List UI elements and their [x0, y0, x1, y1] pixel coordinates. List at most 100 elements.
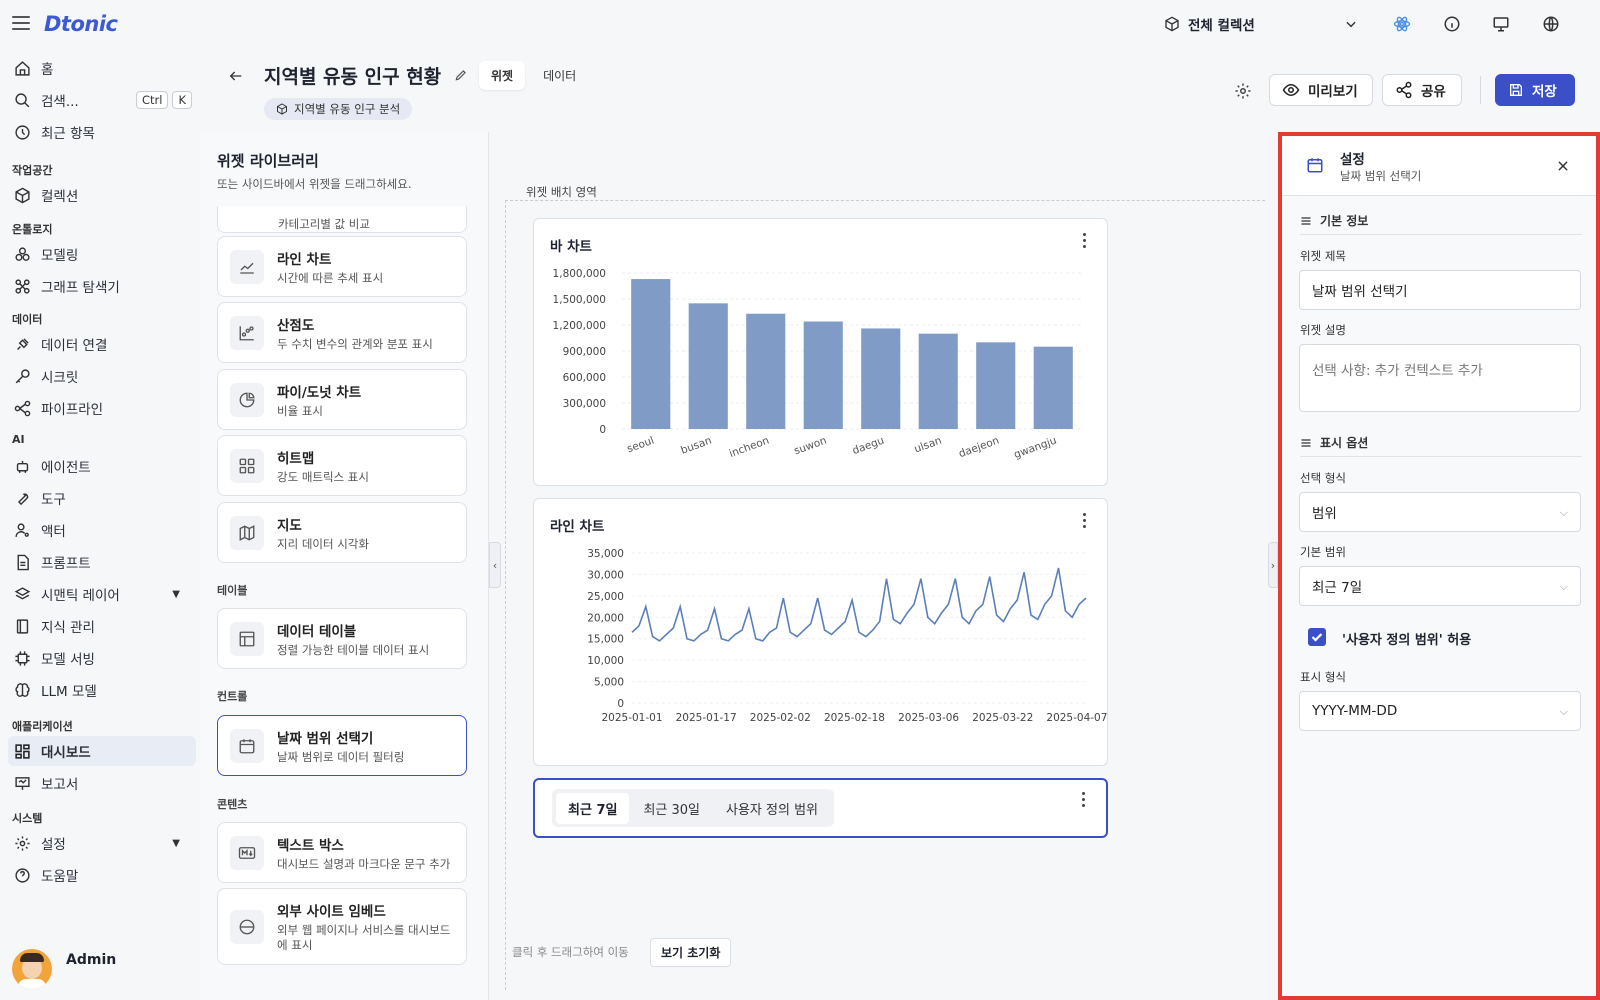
- chevron-down-icon[interactable]: [1344, 17, 1358, 31]
- widget-card-map[interactable]: 지도 지리 데이터 시각화: [217, 502, 467, 563]
- sidebar-item-dashboard[interactable]: 대시보드: [8, 736, 196, 766]
- tag-badge[interactable]: 지역별 유동 인구 분석: [264, 98, 413, 120]
- widget-card-name: 텍스트 박스: [277, 837, 344, 854]
- sidebar-item-modeling[interactable]: 모델링: [8, 239, 196, 269]
- selection-format-label: 선택 형식: [1300, 471, 1346, 485]
- sidebar-item-label: 시맨틱 레이어: [41, 588, 120, 604]
- sidebar-item-agent[interactable]: 에이전트: [8, 451, 196, 481]
- wrench-icon: [17, 492, 29, 505]
- sidebar-item-settings[interactable]: 설정 ▼: [8, 828, 196, 858]
- sidebar-item-serving[interactable]: 모델 서빙: [8, 643, 196, 673]
- sidebar-item-pipeline[interactable]: 파이프라인: [8, 393, 196, 423]
- sidebar-item-search[interactable]: 검색... Ctrl K: [8, 85, 196, 115]
- widget-card-embed[interactable]: 외부 사이트 임베드 외부 웹 페이지나 서비스를 대시보드에 표시: [217, 888, 467, 965]
- custom-range-label: '사용자 정의 범위' 허용: [1342, 633, 1472, 648]
- view-tabs: 위젯 데이터: [479, 61, 588, 90]
- sidebar-item-collection[interactable]: 컬렉션: [8, 180, 196, 210]
- section-basic-info: 기본 정보: [1300, 212, 1368, 229]
- sidebar-item-knowledge[interactable]: 지식 관리: [8, 611, 196, 641]
- cube-icon: [277, 103, 287, 115]
- x-tick-label: 2025-01-01: [601, 712, 662, 724]
- atom-icon[interactable]: [1393, 15, 1411, 33]
- key-icon: [15, 368, 30, 383]
- chevron-down-icon[interactable]: ▼: [172, 589, 180, 600]
- chevron-down-icon[interactable]: ▼: [172, 838, 180, 849]
- x-tick-label: daegu: [851, 435, 886, 458]
- widget-card-table[interactable]: 데이터 테이블 정렬 가능한 테이블 데이터 표시: [217, 608, 467, 669]
- widget-card-bar[interactable]: 카테고리별 값 비교: [217, 206, 467, 233]
- section-workspace: 작업공간: [12, 164, 53, 177]
- more-vertical-icon[interactable]: [1083, 513, 1087, 531]
- widget-card-pie[interactable]: 파이/도넛 차트 비율 표시: [217, 369, 467, 430]
- gear-icon[interactable]: [1234, 82, 1252, 100]
- widget-card-text[interactable]: 텍스트 박스 대시보드 설명과 마크다운 문구 추가: [217, 822, 467, 883]
- widget-card-heatmap[interactable]: 히트맵 강도 매트릭스 표시: [217, 435, 467, 496]
- user-gear-icon: [15, 522, 29, 537]
- sidebar-item-report[interactable]: 보고서: [8, 768, 196, 798]
- globe-icon[interactable]: [1542, 15, 1560, 33]
- display-format-label: 표시 형식: [1300, 670, 1346, 684]
- share-button[interactable]: 공유: [1382, 74, 1462, 106]
- sidebar-item-help[interactable]: 도움말: [8, 860, 196, 890]
- avatar[interactable]: [12, 949, 52, 989]
- sidebar-item-graph[interactable]: 그래프 탐색기: [8, 271, 196, 301]
- widget-card-desc: 강도 매트릭스 표시: [277, 469, 369, 484]
- widget-card-name: 지도: [277, 517, 302, 534]
- y-tick-label: 15,000: [587, 634, 624, 646]
- logo[interactable]: Dtonic: [44, 12, 118, 36]
- range-tab-custom[interactable]: 사용자 정의 범위: [714, 793, 830, 824]
- collapse-left-handle[interactable]: ‹: [489, 542, 501, 588]
- reset-view-button[interactable]: 보기 초기화: [650, 938, 732, 967]
- close-icon[interactable]: [1556, 159, 1570, 173]
- collection-selector[interactable]: 전체 컬렉션: [1164, 14, 1255, 34]
- default-range-select[interactable]: 최근 7일 ⌵: [1299, 566, 1581, 606]
- save-button[interactable]: 저장: [1495, 74, 1575, 106]
- widget-card-scatter[interactable]: 산점도 두 수치 변수의 관계와 분포 표시: [217, 302, 467, 363]
- book-icon: [16, 618, 29, 634]
- drop-zone-label: 위젯 배치 영역: [520, 184, 603, 200]
- collapse-right-handle[interactable]: ›: [1268, 542, 1278, 588]
- sidebar-item-home[interactable]: 홈: [8, 53, 196, 83]
- more-vertical-icon[interactable]: [1083, 233, 1087, 251]
- monitor-icon[interactable]: [1492, 15, 1510, 33]
- sidebar-item-recent[interactable]: 최근 항목: [8, 117, 196, 147]
- widget-title-input[interactable]: 날짜 범위 선택기: [1299, 270, 1581, 310]
- sidebar-item-tool[interactable]: 도구: [8, 483, 196, 513]
- x-tick-label: 2025-02-18: [824, 712, 885, 724]
- back-arrow-icon[interactable]: [228, 68, 244, 84]
- bar: [688, 303, 728, 429]
- widget-desc-textarea[interactable]: 선택 사항: 추가 컨텍스트 추가: [1299, 344, 1581, 412]
- sidebar-item-llm[interactable]: LLM 모델: [8, 675, 196, 705]
- menu-icon[interactable]: [12, 16, 30, 30]
- widget-card-line[interactable]: 라인 차트 시간에 따른 추세 표시: [217, 236, 467, 297]
- selection-format-select[interactable]: 범위 ⌵: [1299, 492, 1581, 532]
- sidebar-item-actor[interactable]: 액터: [8, 515, 196, 545]
- section-system: 시스템: [12, 812, 43, 825]
- bar: [976, 342, 1016, 429]
- sidebar-item-secret[interactable]: 시크릿: [8, 361, 196, 391]
- sidebar-item-prompt[interactable]: 프롬프트: [8, 547, 196, 577]
- info-icon[interactable]: [1443, 15, 1461, 33]
- more-vertical-icon[interactable]: [1082, 792, 1086, 810]
- range-tab-30d[interactable]: 최근 30일: [631, 793, 712, 824]
- document-icon: [17, 554, 29, 570]
- tab-widget[interactable]: 위젯: [479, 61, 526, 90]
- widget-card-name: 라인 차트: [277, 251, 332, 268]
- date-range-widget[interactable]: 최근 7일 최근 30일 사용자 정의 범위: [533, 778, 1108, 838]
- preview-button[interactable]: 미리보기: [1269, 74, 1373, 106]
- line-chart-widget[interactable]: 라인 차트 0 5,000 10,000 15,000 20,000 25,000 30,0…: [533, 498, 1108, 766]
- tab-data[interactable]: 데이터: [531, 61, 588, 90]
- bar-chart-widget[interactable]: 바 차트 0 300,000 600,000 900,000 1,200,000 1,50…: [533, 218, 1108, 486]
- widget-card-name: 데이터 테이블: [277, 623, 357, 640]
- library-list[interactable]: 카테고리별 값 비교 라인 차트 시간에 따른 추세 표시 산점도 두 수치 변수의…: [200, 206, 489, 1000]
- y-tick-label: 1,500,000: [553, 294, 606, 306]
- edit-icon[interactable]: [454, 68, 468, 82]
- display-format-select[interactable]: YYYY-MM-DD ⌵: [1299, 691, 1581, 731]
- sidebar-item-semantic[interactable]: 시맨틱 레이어 ▼: [8, 579, 196, 609]
- range-tab-7d[interactable]: 최근 7일: [556, 792, 630, 824]
- custom-range-checkbox[interactable]: [1308, 628, 1326, 646]
- dashboard-canvas[interactable]: ‹ 위젯 배치 영역 › 바 차트 0 300,000 600,000 900,000…: [489, 132, 1278, 1000]
- tag-label: 지역별 유동 인구 분석: [294, 102, 401, 116]
- widget-card-date-range[interactable]: 날짜 범위 선택기 날짜 범위로 데이터 필터링: [217, 715, 467, 776]
- sidebar-item-dataconn[interactable]: 데이터 연결: [8, 329, 196, 359]
